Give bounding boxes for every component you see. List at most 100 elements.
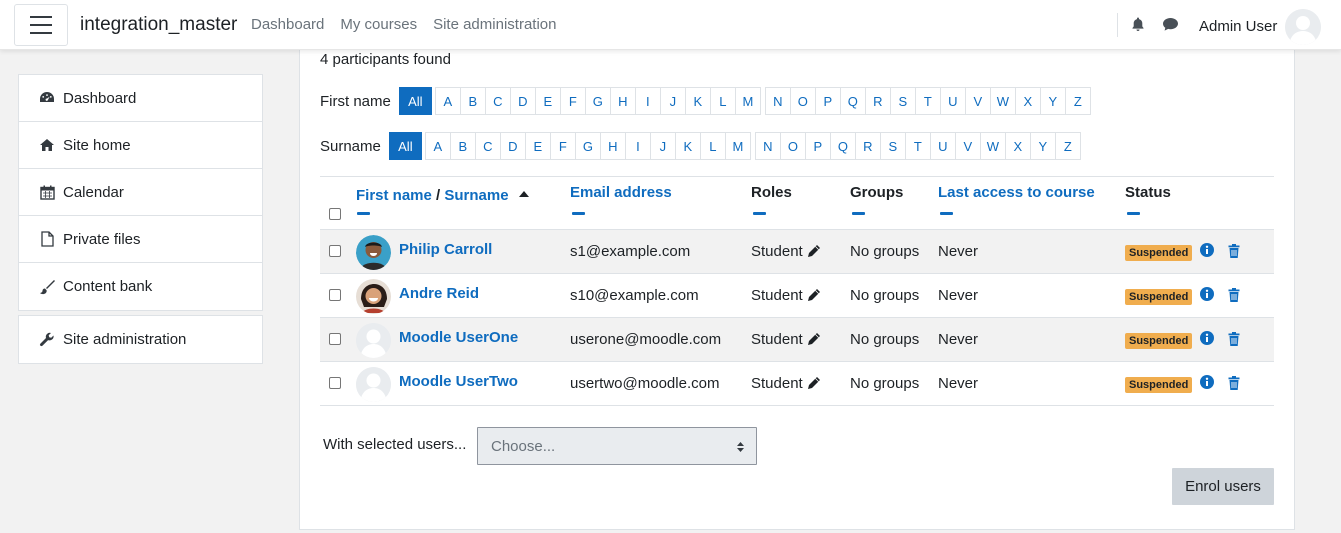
firstname-initial-b[interactable]: B: [459, 87, 486, 115]
collapse-column-email-icon[interactable]: [572, 212, 585, 215]
row-select-checkbox[interactable]: [329, 377, 341, 389]
firstname-initial-u[interactable]: U: [939, 87, 966, 115]
nav-link-my-courses[interactable]: My courses: [340, 16, 417, 33]
row-select-checkbox[interactable]: [329, 289, 341, 301]
firstname-initial-z[interactable]: Z: [1064, 87, 1091, 115]
surname-initial-q[interactable]: Q: [829, 132, 856, 160]
firstname-initial-all[interactable]: All: [398, 87, 432, 115]
collapse-column-roles-icon[interactable]: [753, 212, 766, 215]
edit-role-pencil-icon[interactable]: [807, 332, 821, 350]
user-profile-link[interactable]: Andre Reid: [399, 285, 479, 302]
sort-surname-link[interactable]: Surname: [444, 187, 508, 204]
unenrol-trash-icon[interactable]: [1228, 332, 1240, 350]
firstname-initial-m[interactable]: M: [734, 87, 761, 115]
sidebar-item-site-administration[interactable]: Site administration: [19, 316, 262, 363]
firstname-initial-s[interactable]: S: [889, 87, 916, 115]
surname-initial-k[interactable]: K: [674, 132, 701, 160]
collapse-column-status-icon[interactable]: [1127, 212, 1140, 215]
nav-link-site-administration[interactable]: Site administration: [433, 16, 556, 33]
firstname-initial-h[interactable]: H: [609, 87, 636, 115]
surname-initial-b[interactable]: B: [449, 132, 476, 160]
firstname-initial-o[interactable]: O: [789, 87, 816, 115]
surname-initial-r[interactable]: R: [854, 132, 881, 160]
firstname-initial-v[interactable]: V: [964, 87, 991, 115]
surname-initial-p[interactable]: P: [804, 132, 831, 160]
firstname-initial-x[interactable]: X: [1014, 87, 1041, 115]
surname-initial-m[interactable]: M: [724, 132, 751, 160]
enrol-users-button[interactable]: Enrol users: [1172, 468, 1274, 505]
user-profile-link[interactable]: Moodle UserTwo: [399, 373, 518, 390]
user-profile-link[interactable]: Moodle UserOne: [399, 329, 518, 346]
unenrol-trash-icon[interactable]: [1228, 376, 1240, 394]
surname-initial-x[interactable]: X: [1004, 132, 1031, 160]
site-name-link[interactable]: integration_master: [80, 14, 237, 36]
surname-initial-s[interactable]: S: [879, 132, 906, 160]
firstname-initial-k[interactable]: K: [684, 87, 711, 115]
unenrol-trash-icon[interactable]: [1228, 244, 1240, 262]
sort-first-name-link[interactable]: First name: [356, 187, 432, 204]
firstname-initial-w[interactable]: W: [989, 87, 1016, 115]
surname-initial-d[interactable]: D: [499, 132, 526, 160]
sort-email-link[interactable]: Email address: [570, 184, 672, 201]
sidebar-item-calendar[interactable]: Calendar: [19, 169, 262, 216]
firstname-initial-f[interactable]: F: [559, 87, 586, 115]
firstname-initial-j[interactable]: J: [659, 87, 686, 115]
row-select-checkbox[interactable]: [329, 245, 341, 257]
firstname-initial-r[interactable]: R: [864, 87, 891, 115]
bell-icon[interactable]: [1130, 16, 1146, 36]
enrolment-info-icon[interactable]: [1200, 331, 1214, 349]
menu-toggle-button[interactable]: [14, 4, 68, 46]
collapse-column-name-icon[interactable]: [357, 212, 370, 215]
enrolment-info-icon[interactable]: [1200, 287, 1214, 305]
surname-initial-o[interactable]: O: [779, 132, 806, 160]
user-menu-name[interactable]: Admin User: [1199, 18, 1277, 35]
firstname-initial-l[interactable]: L: [709, 87, 736, 115]
user-avatar[interactable]: [1285, 9, 1321, 45]
surname-initial-t[interactable]: T: [904, 132, 931, 160]
sidebar-item-dashboard[interactable]: Dashboard: [19, 75, 262, 122]
surname-initial-h[interactable]: H: [599, 132, 626, 160]
firstname-initial-d[interactable]: D: [509, 87, 536, 115]
surname-initial-i[interactable]: I: [624, 132, 651, 160]
chat-icon[interactable]: [1162, 17, 1179, 36]
row-select-checkbox[interactable]: [329, 333, 341, 345]
surname-initial-all[interactable]: All: [388, 132, 422, 160]
sidebar-item-private-files[interactable]: Private files: [19, 216, 262, 263]
surname-initial-e[interactable]: E: [524, 132, 551, 160]
select-all-checkbox[interactable]: [329, 208, 341, 220]
surname-initial-g[interactable]: G: [574, 132, 601, 160]
enrolment-info-icon[interactable]: [1200, 243, 1214, 261]
surname-initial-f[interactable]: F: [549, 132, 576, 160]
firstname-initial-a[interactable]: A: [434, 87, 461, 115]
firstname-initial-t[interactable]: T: [914, 87, 941, 115]
firstname-initial-c[interactable]: C: [484, 87, 511, 115]
firstname-initial-g[interactable]: G: [584, 87, 611, 115]
surname-initial-a[interactable]: A: [424, 132, 451, 160]
firstname-initial-q[interactable]: Q: [839, 87, 866, 115]
surname-initial-y[interactable]: Y: [1029, 132, 1056, 160]
sidebar-item-site-home[interactable]: Site home: [19, 122, 262, 169]
sidebar-item-content-bank[interactable]: Content bank: [19, 263, 262, 310]
edit-role-pencil-icon[interactable]: [807, 376, 821, 394]
surname-initial-c[interactable]: C: [474, 132, 501, 160]
surname-initial-w[interactable]: W: [979, 132, 1006, 160]
edit-role-pencil-icon[interactable]: [807, 288, 821, 306]
user-profile-link[interactable]: Philip Carroll: [399, 241, 492, 258]
collapse-column-last-access-icon[interactable]: [940, 212, 953, 215]
surname-initial-j[interactable]: J: [649, 132, 676, 160]
surname-initial-n[interactable]: N: [754, 132, 781, 160]
surname-initial-l[interactable]: L: [699, 132, 726, 160]
firstname-initial-e[interactable]: E: [534, 87, 561, 115]
firstname-initial-i[interactable]: I: [634, 87, 661, 115]
surname-initial-u[interactable]: U: [929, 132, 956, 160]
unenrol-trash-icon[interactable]: [1228, 288, 1240, 306]
firstname-initial-y[interactable]: Y: [1039, 87, 1066, 115]
firstname-initial-p[interactable]: P: [814, 87, 841, 115]
nav-link-dashboard[interactable]: Dashboard: [251, 16, 324, 33]
collapse-column-groups-icon[interactable]: [852, 212, 865, 215]
sort-last-access-link[interactable]: Last access to course: [938, 184, 1095, 201]
surname-initial-v[interactable]: V: [954, 132, 981, 160]
bulk-action-select[interactable]: Choose...: [477, 427, 757, 465]
firstname-initial-n[interactable]: N: [764, 87, 791, 115]
surname-initial-z[interactable]: Z: [1054, 132, 1081, 160]
